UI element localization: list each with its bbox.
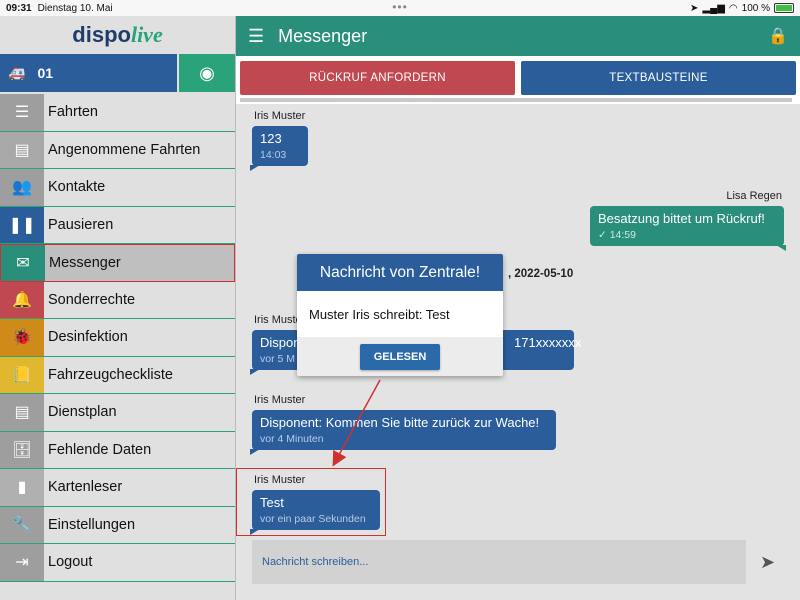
sidebar-item-label: Angenommene Fahrten [48, 141, 201, 158]
vehicle-number: 01 [37, 65, 54, 81]
highlight-box [236, 468, 386, 536]
sidebar-item-kartenleser[interactable]: ▮ Kartenleser [0, 469, 235, 507]
page-title: Messenger [278, 25, 368, 46]
wifi-icon: ◠ [728, 2, 738, 14]
sidebar-item-angenommene-fahrten[interactable]: ▤ Angenommene Fahrten [0, 131, 235, 169]
message-sender: Lisa Regen [726, 190, 782, 202]
app-logo: dispo live [72, 22, 163, 47]
lock-icon[interactable]: 🔒 [768, 26, 788, 46]
sidebar-menu: ☰ Fahrten ▤ Angenommene Fahrten 👥 Kontakte ❚❚ P… [0, 94, 235, 582]
app-bar: ☰ Messenger 🔒 [236, 16, 800, 56]
sidebar-item-label: Logout [48, 554, 93, 571]
database-icon: 🗄 [0, 431, 44, 468]
sidebar-item-label: Desinfektion [48, 329, 128, 346]
sidebar-item-label: Messenger [49, 254, 121, 271]
sidebar-item-messenger[interactable]: ✉ Messenger [0, 244, 235, 282]
sidebar-item-label: Kontakte [48, 179, 106, 196]
sidebar-item-kontakte[interactable]: 👥 Kontakte [0, 169, 235, 207]
sidebar-item-label: Pausieren [48, 216, 114, 233]
text-templates-button[interactable]: TEXTBAUSTEINE [521, 61, 796, 95]
sidebar-item-fahrten[interactable]: ☰ Fahrten [0, 94, 235, 132]
clock: 09:31 [6, 2, 32, 14]
dialog-body: Muster Iris schreibt: Test [309, 306, 450, 322]
bug-icon: 🐞 [0, 319, 44, 356]
action-buttons: RÜCKRUF ANFORDERN TEXTBAUSTEINE [236, 56, 800, 100]
id-card-icon: ▤ [0, 131, 44, 168]
battery-icon [774, 3, 794, 13]
sidebar-item-einstellungen[interactable]: 🔧 Einstellungen [0, 506, 235, 544]
message-bubble: 123 14:03 [250, 126, 308, 171]
dialog-footer: GELESEN [297, 337, 503, 376]
bell-icon: 🔔 [0, 281, 44, 318]
vehicle-bar: 🚑 01 ◉ [0, 54, 235, 92]
status-bar: 09:31 Dienstag 10. Mai ••• ➤ ▂▄▆ ◠ 100 % [0, 0, 800, 16]
ambulance-icon: 🚑 [8, 64, 26, 81]
multitask-dots-icon[interactable]: ••• [392, 0, 408, 14]
sidebar-item-label: Einstellungen [48, 516, 136, 533]
battery-label: 100 % [741, 2, 770, 14]
sidebar-item-desinfektion[interactable]: 🐞 Desinfektion [0, 319, 235, 357]
sidebar-item-label: Fahrten [48, 104, 98, 121]
sidebar: dispo live 🚑 01 ◉ ☰ Fahrten ▤ Angenommene Fa… [0, 16, 236, 600]
composer: ➤ [236, 536, 800, 600]
schedule-icon: ▤ [0, 394, 44, 431]
logout-icon: ⇥ [0, 544, 44, 581]
divider [240, 98, 792, 102]
date-separator: , 2022-05-10 [508, 268, 574, 280]
message-sender: Iris Muster [254, 394, 306, 406]
list-icon: ☰ [0, 94, 44, 131]
sidebar-item-label: Kartenleser [48, 479, 123, 496]
radio-status-button[interactable]: ◉ [179, 54, 235, 92]
broadcast-icon: ◉ [199, 62, 215, 83]
dialog-title: Nachricht von Zentrale! [297, 254, 503, 291]
envelope-icon: ✉ [1, 245, 45, 281]
signal-bars-icon: ▮ [0, 469, 44, 506]
sidebar-item-fahrzeugcheckliste[interactable]: 📒 Fahrzeugcheckliste [0, 356, 235, 394]
wrench-icon: 🔧 [0, 506, 44, 543]
message-bubble: Disponent: Kommen Sie bitte zurück zur W… [250, 410, 556, 455]
notification-dialog: Nachricht von Zentrale! Muster Iris schr… [297, 254, 503, 376]
read-button[interactable]: GELESEN [360, 343, 440, 370]
signal-icon: ▂▄▆ [702, 2, 725, 14]
callback-request-button[interactable]: RÜCKRUF ANFORDERN [240, 61, 515, 95]
book-icon: 📒 [0, 356, 44, 393]
vehicle-selector[interactable]: 🚑 01 [0, 54, 177, 92]
sidebar-item-label: Dienstplan [48, 404, 117, 421]
sidebar-item-pausieren[interactable]: ❚❚ Pausieren [0, 206, 235, 244]
sidebar-item-fehlende-daten[interactable]: 🗄 Fehlende Daten [0, 431, 235, 469]
sidebar-item-dienstplan[interactable]: ▤ Dienstplan [0, 394, 235, 432]
date: Dienstag 10. Mai [37, 2, 113, 14]
sidebar-item-label: Fehlende Daten [48, 441, 152, 458]
message-sender: Iris Muster [254, 110, 306, 122]
location-icon: ➤ [690, 2, 699, 14]
message-input[interactable] [252, 540, 746, 584]
send-icon[interactable]: ➤ [760, 552, 775, 573]
sidebar-item-label: Sonderrechte [48, 291, 136, 308]
sidebar-item-sonderrechte[interactable]: 🔔 Sonderrechte [0, 281, 235, 319]
contacts-icon: 👥 [0, 169, 44, 206]
menu-icon[interactable]: ☰ [248, 26, 264, 47]
sidebar-item-label: Fahrzeugcheckliste [48, 366, 173, 383]
sidebar-item-logout[interactable]: ⇥ Logout [0, 544, 235, 582]
message-bubble-own: Besatzung bittet um Rückruf! ✓ 14:59 [590, 206, 786, 251]
pause-icon: ❚❚ [0, 206, 44, 243]
